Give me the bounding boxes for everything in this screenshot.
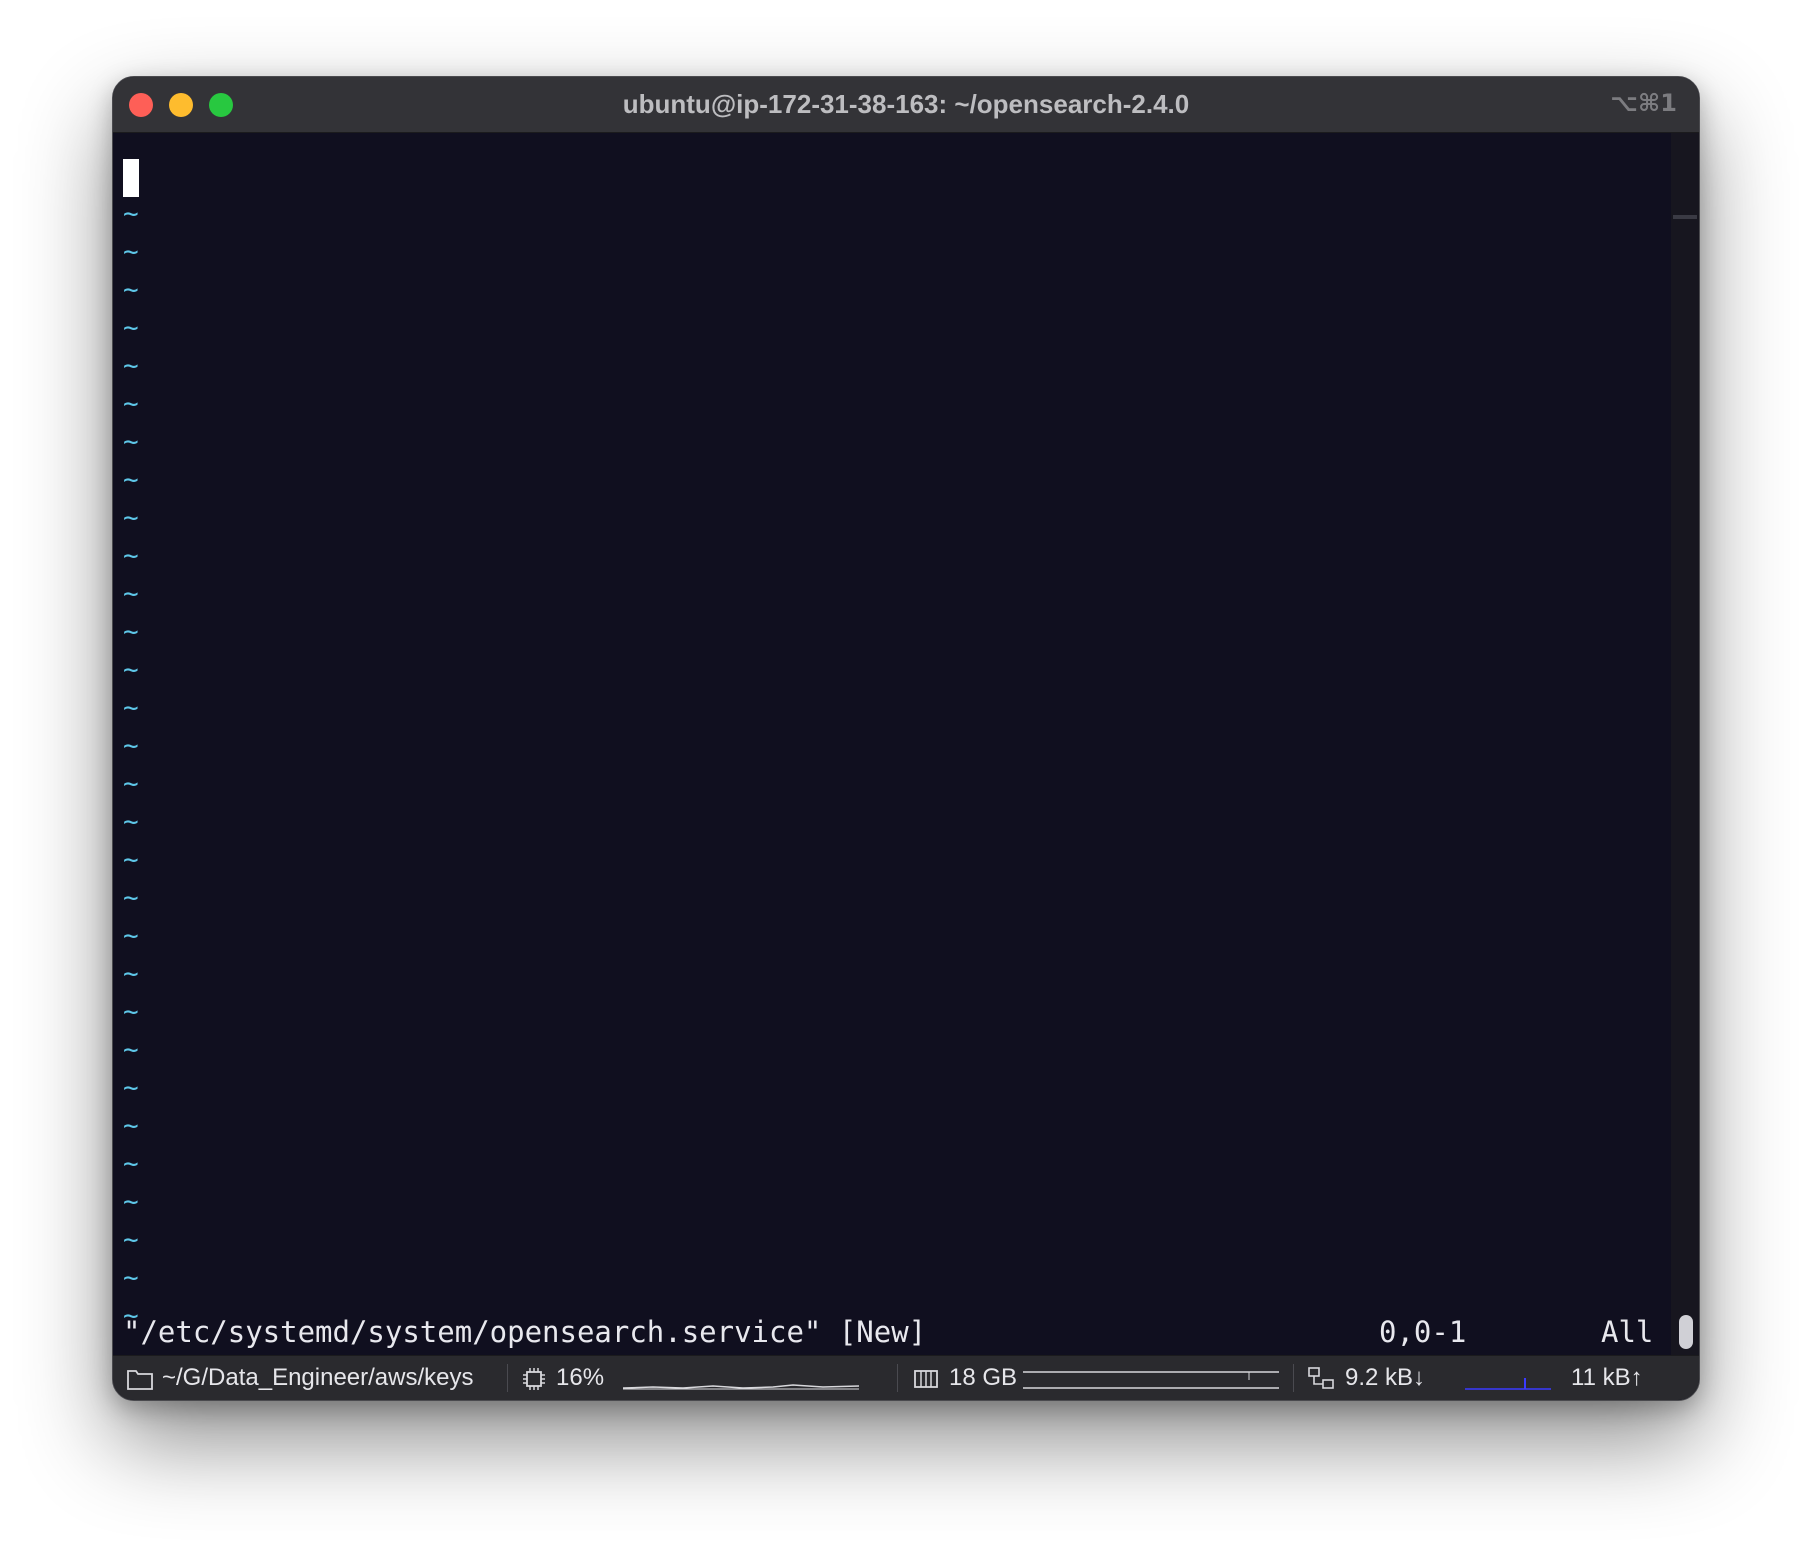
empty-line-marker: ~ [123,541,139,571]
cpu-icon [521,1356,547,1400]
empty-line-marker: ~ [123,1225,139,1255]
terminal-content[interactable]: ~ ~ ~ ~ ~ ~ ~ ~ ~ ~ ~ ~ ~ ~ ~ ~ ~ ~ ~ ~ ~ ~ ~ ~ ~ ~ ~ ~ ~ ~ "/etc/sys… [113,77,1699,1377]
memory-graph [1023,1371,1279,1389]
memory-icon [913,1356,939,1400]
network-download: 9.2 kB↓ [1345,1364,1426,1391]
folder-icon [127,1356,153,1400]
empty-line-marker: ~ [123,465,139,495]
empty-line-marker: ~ [123,769,139,799]
current-path[interactable]: ~/G/Data_Engineer/aws/keys [162,1356,474,1400]
cpu-graph [623,1384,859,1390]
empty-line-marker: ~ [123,883,139,913]
terminal-window: ubuntu@ip-172-31-38-163: ~/opensearch-2.… [112,76,1700,1401]
memory-usage: 18 GB [949,1364,1018,1391]
empty-line-marker: ~ [123,731,139,761]
empty-line-marker: ~ [123,1111,139,1141]
empty-line-marker: ~ [123,997,139,1027]
text-cursor [123,159,139,197]
empty-line-marker: ~ [123,693,139,723]
status-separator [1293,1364,1294,1392]
empty-line-marker: ~ [123,199,139,229]
empty-line-marker: ~ [123,579,139,609]
status-separator [507,1364,508,1392]
network-upload: 11 kB↑ [1571,1364,1643,1391]
empty-line-marker: ~ [123,1263,139,1293]
empty-line-marker: ~ [123,1187,139,1217]
empty-line-marker: ~ [123,845,139,875]
empty-line-marker: ~ [123,617,139,647]
network-icon [1307,1356,1335,1400]
status-bar: ~/G/Data_Engineer/aws/keys 16% 18 GB 9.2… [113,1355,1699,1400]
empty-line-marker: ~ [123,313,139,343]
empty-line-marker: ~ [123,807,139,837]
status-separator [897,1364,898,1392]
empty-line-marker: ~ [123,1073,139,1103]
cursor-position: 0,0-1 [1379,1315,1467,1349]
network-graph [1465,1378,1551,1390]
empty-line-markers: ~ ~ ~ ~ ~ ~ ~ ~ ~ ~ ~ ~ ~ ~ ~ ~ ~ ~ ~ ~ ~ ~ ~ ~ ~ ~ ~ ~ ~ ~ [123,195,139,1335]
empty-line-marker: ~ [123,427,139,457]
empty-line-marker: ~ [123,959,139,989]
empty-line-marker: ~ [123,237,139,267]
empty-line-marker: ~ [123,351,139,381]
cpu-usage: 16% [556,1364,605,1391]
empty-line-marker: ~ [123,1035,139,1065]
empty-line-marker: ~ [123,1149,139,1179]
scrollbar-top-mark [1673,215,1697,219]
empty-line-marker: ~ [123,389,139,419]
scrollbar-thumb[interactable] [1679,1315,1693,1349]
empty-line-marker: ~ [123,503,139,533]
empty-line-marker: ~ [123,655,139,685]
scrollbar[interactable] [1671,133,1699,1400]
empty-line-marker: ~ [123,275,139,305]
vim-message-line: "/etc/systemd/system/opensearch.service"… [123,1312,1653,1352]
empty-line-marker: ~ [123,921,139,951]
file-message: "/etc/systemd/system/opensearch.service"… [123,1315,927,1349]
scroll-position: All [1601,1315,1654,1349]
